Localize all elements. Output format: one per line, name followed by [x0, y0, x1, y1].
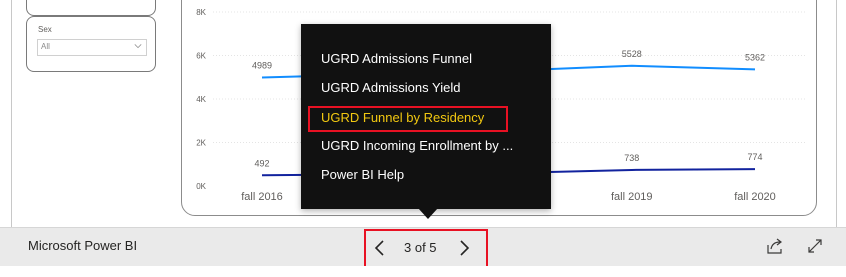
popup-item-admissions-funnel[interactable]: UGRD Admissions Funnel — [321, 51, 472, 66]
data-label: 5528 — [622, 49, 642, 59]
x-tick-label: fall 2020 — [734, 191, 776, 203]
y-tick-label: 2K — [196, 139, 206, 148]
x-tick-label: fall 2016 — [241, 191, 283, 203]
chevron-left-icon[interactable] — [372, 239, 388, 257]
page-bottom-strip — [0, 266, 846, 277]
popup-pointer — [418, 208, 438, 219]
y-tick-label: 0K — [196, 182, 206, 191]
share-icon[interactable] — [766, 237, 784, 255]
brand-label: Microsoft Power BI — [28, 238, 138, 253]
y-tick-label: 4K — [196, 95, 206, 104]
popup-item-admissions-yield[interactable]: UGRD Admissions Yield — [321, 80, 460, 95]
popup-item-power-bi-help[interactable]: Power BI Help — [321, 167, 404, 182]
y-tick-label: 8K — [196, 8, 206, 17]
chevron-right-icon[interactable] — [456, 239, 472, 257]
page-navigator: 3 of 5 — [364, 229, 488, 268]
page-navigator-popup: UGRD Admissions Funnel UGRD Admissions Y… — [301, 24, 551, 209]
x-tick-label: fall 2019 — [611, 191, 653, 203]
popup-item-incoming-enrollment[interactable]: UGRD Incoming Enrollment by ... — [321, 138, 513, 153]
page-indicator[interactable]: 3 of 5 — [404, 240, 437, 255]
data-label: 492 — [254, 158, 269, 168]
data-label: 738 — [624, 153, 639, 163]
data-label: 774 — [747, 152, 762, 162]
data-label: 5362 — [745, 52, 765, 62]
popup-item-funnel-by-residency[interactable]: UGRD Funnel by Residency — [321, 110, 484, 125]
footer-bar: Microsoft Power BI 3 of 5 — [0, 227, 846, 268]
expand-icon[interactable] — [806, 237, 824, 255]
y-tick-label: 6K — [196, 52, 206, 61]
data-label: 4989 — [252, 60, 272, 70]
